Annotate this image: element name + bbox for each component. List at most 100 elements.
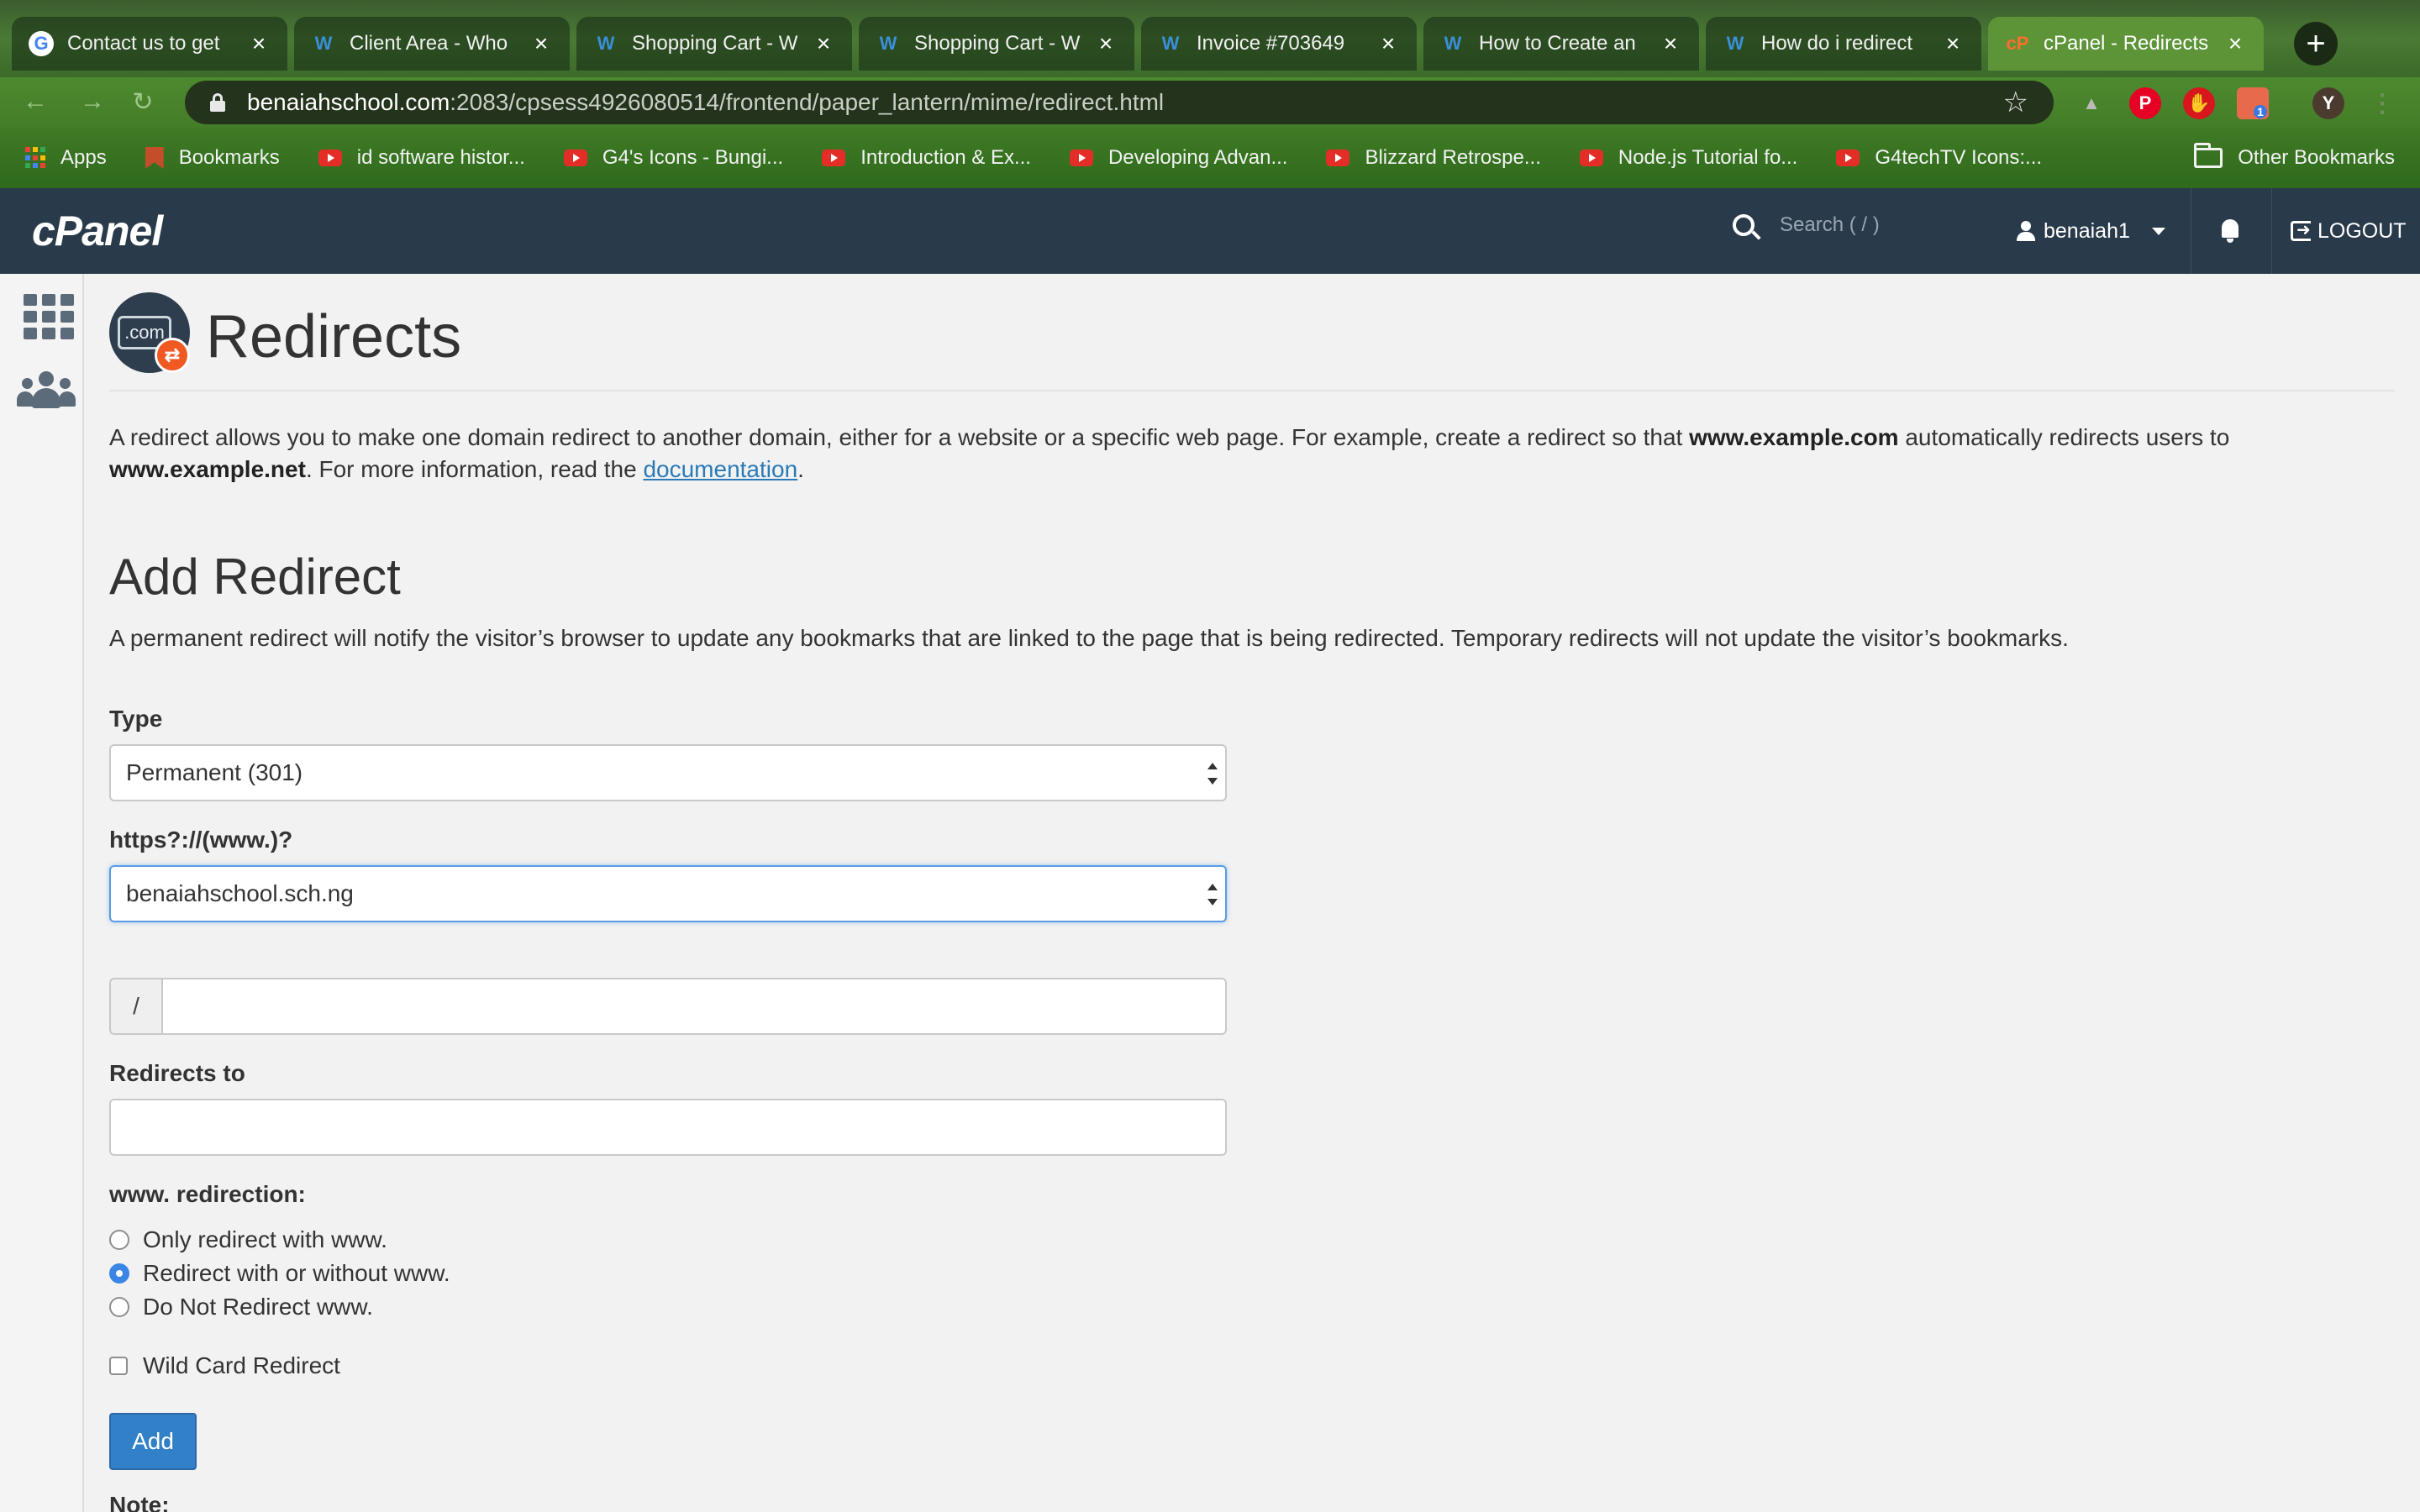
bookmark-item[interactable]: Introduction & Ex... — [822, 146, 1031, 170]
youtube-icon — [1836, 150, 1860, 166]
cpanel-logo[interactable]: cPanel — [32, 207, 163, 255]
redirects-icon: .com ⇄ — [109, 292, 190, 373]
user-menu[interactable]: benaiah1 — [2017, 188, 2191, 274]
profile-avatar[interactable]: Y — [2312, 87, 2344, 119]
whmcs-icon: W — [1726, 33, 1744, 54]
domain-label: https?://(www.)? — [109, 827, 293, 853]
youtube-icon — [1326, 150, 1350, 166]
browser-tab-active[interactable]: cP cPanel - Redirects × — [1988, 17, 2264, 71]
close-icon[interactable]: × — [247, 30, 271, 57]
documentation-link[interactable]: documentation — [643, 456, 797, 482]
note-label: Note: — [109, 1492, 170, 1512]
bookmark-item[interactable]: G4techTV Icons:... — [1836, 146, 2042, 170]
other-bookmarks[interactable]: Other Bookmarks — [2194, 128, 2395, 188]
www-option-do-not-redirect[interactable]: Do Not Redirect www. — [109, 1294, 373, 1320]
radio-label: Do Not Redirect www. — [143, 1294, 373, 1320]
logout-button[interactable]: LOGOUT — [2291, 188, 2407, 274]
bookmark-item[interactable]: G4's Icons - Bungi... — [563, 146, 783, 170]
wildcard-redirect-option[interactable]: Wild Card Redirect — [109, 1352, 340, 1379]
bell-icon — [2219, 219, 2241, 243]
bookmark-item[interactable]: Developing Advan... — [1069, 146, 1288, 170]
browser-tab[interactable]: W Shopping Cart - W × — [859, 17, 1134, 71]
bookmark-apps[interactable]: Apps — [25, 146, 107, 170]
browser-tab[interactable]: W Shopping Cart - W × — [576, 17, 852, 71]
bookmark-item[interactable]: Blizzard Retrospe... — [1326, 146, 1541, 170]
browser-tab[interactable]: G Contact us to get × — [12, 17, 287, 71]
radio-button-checked[interactable] — [109, 1263, 129, 1284]
www-option-with-or-without[interactable]: Redirect with or without www. — [109, 1260, 450, 1287]
bookmark-label: Introduction & Ex... — [860, 146, 1031, 169]
youtube-icon — [1069, 150, 1093, 166]
add-redirect-heading: Add Redirect — [109, 549, 401, 605]
radio-label: Redirect with or without www. — [143, 1260, 450, 1286]
tab-title: How to Create an — [1479, 32, 1636, 55]
radio-button[interactable] — [109, 1297, 129, 1317]
bookmark-label: Node.js Tutorial fo... — [1618, 146, 1798, 169]
search-box[interactable]: Search ( / ) — [1733, 213, 1880, 237]
tab-title: How do i redirect — [1761, 32, 1913, 55]
address-bar[interactable]: benaiahschool.com:2083/cpsess4926080514/… — [185, 81, 2054, 124]
bookmark-item[interactable]: id software histor... — [318, 146, 525, 170]
browser-tab[interactable]: W How to Create an × — [1423, 17, 1699, 71]
pinterest-icon[interactable]: P — [2129, 87, 2161, 119]
close-icon[interactable]: × — [2223, 30, 2247, 57]
bookmark-label: Apps — [60, 146, 107, 169]
browser-tab[interactable]: W Client Area - Who × — [294, 17, 570, 71]
tab-title: Contact us to get — [67, 32, 220, 55]
bookmark-item[interactable]: Node.js Tutorial fo... — [1579, 146, 1798, 170]
bookmarks-bar: Apps Bookmarks id software histor... G4'… — [0, 128, 2420, 188]
back-arrow-icon[interactable]: ← — [18, 87, 52, 121]
domain-select-value: benaiahschool.sch.ng — [126, 880, 354, 906]
notifications-button[interactable] — [2188, 188, 2272, 274]
caret-down-icon — [2151, 227, 2165, 235]
intro-text: automatically redirects users to — [1898, 424, 2230, 450]
type-select-value: Permanent (301) — [126, 759, 303, 785]
www-option-only-www[interactable]: Only redirect with www. — [109, 1226, 387, 1253]
adblock-icon[interactable]: ✋ — [2183, 87, 2215, 119]
add-button[interactable]: Add — [109, 1413, 197, 1470]
bookmark-item[interactable]: Bookmarks — [145, 146, 280, 170]
new-tab-button[interactable]: + — [2294, 22, 2338, 66]
tab-title: Invoice #703649 — [1197, 32, 1345, 55]
users-icon[interactable] — [17, 371, 76, 413]
tab-title: Client Area - Who — [350, 32, 508, 55]
search-input[interactable]: Search ( / ) — [1780, 213, 1880, 237]
forward-arrow-icon[interactable]: → — [76, 87, 109, 121]
path-input[interactable] — [161, 978, 1227, 1035]
domain-select[interactable]: benaiahschool.sch.ng — [109, 865, 1227, 922]
close-icon[interactable]: × — [1094, 30, 1118, 57]
radio-button[interactable] — [109, 1230, 129, 1250]
redirects-to-input[interactable] — [109, 1099, 1227, 1156]
bookmark-star-icon[interactable]: ☆ — [2003, 86, 2028, 119]
close-icon[interactable]: × — [1376, 30, 1400, 57]
close-icon[interactable]: × — [529, 30, 553, 57]
whmcs-icon: W — [1444, 33, 1462, 54]
close-icon[interactable]: × — [812, 30, 835, 57]
close-icon[interactable]: × — [1941, 30, 1965, 57]
path-input-group: / — [109, 978, 1227, 1035]
tab-title: Shopping Cart - W — [632, 32, 798, 55]
url-host: benaiahschool.com — [247, 89, 450, 115]
browser-tab[interactable]: W How do i redirect × — [1706, 17, 1981, 71]
drive-icon[interactable]: ▲ — [2075, 87, 2107, 119]
close-icon[interactable]: × — [1659, 30, 1682, 57]
select-arrows-icon — [1207, 882, 1218, 907]
tab-title: Shopping Cart - W — [914, 32, 1081, 55]
extension-icon[interactable]: 1 — [2237, 87, 2269, 119]
page-header: .com ⇄ Redirects — [109, 292, 2395, 391]
intro-text: . — [797, 456, 804, 482]
page-title: Redirects — [206, 303, 462, 370]
type-select[interactable]: Permanent (301) — [109, 744, 1227, 801]
redirect-arrow-icon: ⇄ — [155, 338, 190, 373]
reload-icon[interactable]: ↻ — [126, 87, 160, 121]
www-redirection-label: www. redirection: — [109, 1181, 306, 1207]
wildcard-checkbox[interactable] — [109, 1357, 128, 1375]
sidebar — [0, 274, 84, 1512]
url-path: :2083/cpsess4926080514/frontend/paper_la… — [450, 89, 1165, 115]
logout-icon — [2291, 219, 2311, 241]
browser-tab[interactable]: W Invoice #703649 × — [1141, 17, 1417, 71]
menu-kebab-icon[interactable]: ⋮ — [2366, 87, 2398, 119]
bookmark-label: Bookmarks — [178, 146, 280, 169]
bookmark-label: Developing Advan... — [1107, 146, 1288, 169]
home-grid-icon[interactable] — [24, 294, 74, 339]
